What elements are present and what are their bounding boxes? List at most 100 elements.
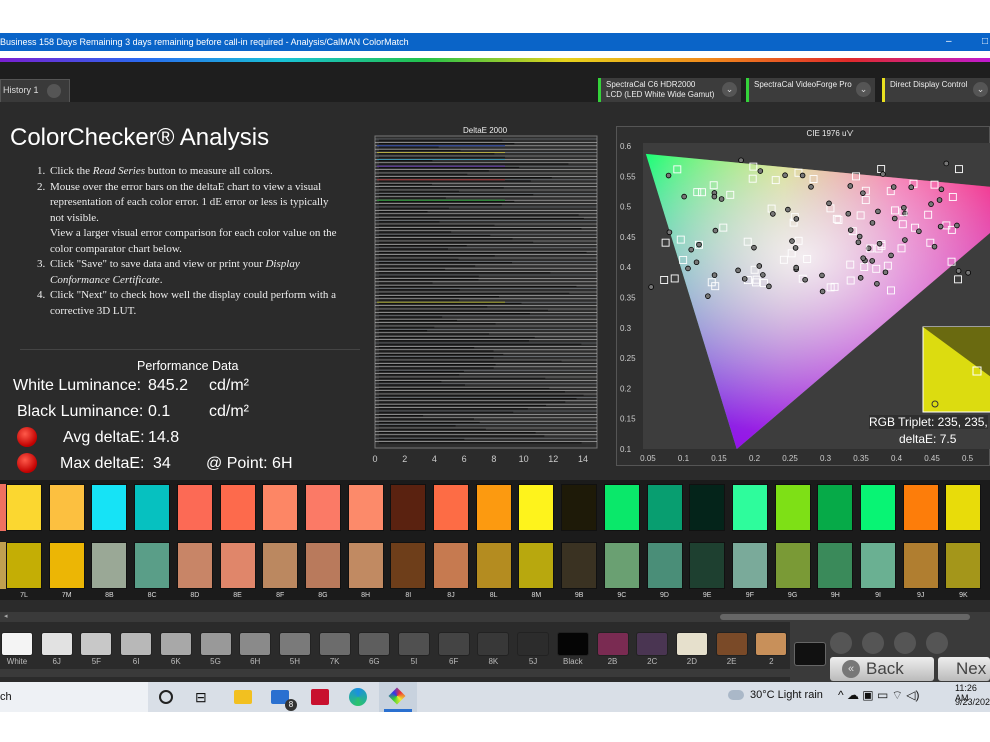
swatch-bottom[interactable] <box>689 542 726 589</box>
store-icon[interactable] <box>311 689 329 705</box>
deltae-bars[interactable]: 0 2 4 6 8 10 12 14 <box>372 126 598 466</box>
swatch-top[interactable] <box>91 484 128 531</box>
swatch-top[interactable] <box>475 484 512 531</box>
chevron-down-icon[interactable]: ⌄ <box>973 82 988 97</box>
swatch-bottom[interactable] <box>860 542 896 589</box>
swatch-bottom[interactable] <box>219 542 256 589</box>
swatch-top[interactable] <box>603 484 640 531</box>
swatch-top[interactable] <box>433 484 469 531</box>
swatch-top[interactable] <box>176 484 213 531</box>
grayscale-swatch[interactable] <box>159 632 192 656</box>
swatch-bottom[interactable] <box>774 542 811 589</box>
swatch-top[interactable] <box>347 484 384 531</box>
deltae-chart[interactable]: DeltaE 2000 0 2 4 6 8 10 12 14 <box>372 126 598 466</box>
swatch-top[interactable] <box>219 484 256 531</box>
grayscale-swatch[interactable] <box>477 632 510 656</box>
swatch-bottom[interactable] <box>134 542 171 589</box>
swatch-bottom[interactable] <box>518 542 555 589</box>
grayscale-swatch[interactable] <box>80 632 113 656</box>
start-circle-icon[interactable] <box>159 690 173 704</box>
minimize-button[interactable]: – <box>946 33 952 51</box>
swatch-bottom[interactable] <box>731 542 768 589</box>
device-meter[interactable]: SpectraCal C6 HDR2000 LCD (LED White Wid… <box>598 78 741 102</box>
grayscale-swatch[interactable] <box>755 632 788 656</box>
grayscale-swatch[interactable] <box>398 632 430 656</box>
swatch-top[interactable] <box>646 484 683 531</box>
stop-button[interactable] <box>794 642 826 666</box>
swatch-bottom[interactable] <box>347 542 384 589</box>
swatch-top[interactable] <box>518 484 555 531</box>
swatch-top[interactable] <box>390 484 427 531</box>
swatch-bottom[interactable] <box>48 542 85 589</box>
swatch-bottom[interactable] <box>262 542 299 589</box>
grayscale-swatch[interactable] <box>40 632 73 656</box>
weather-text[interactable]: 30°C Light rain <box>750 689 823 701</box>
swatch-bottom[interactable] <box>176 542 213 589</box>
grayscale-swatch[interactable] <box>715 632 748 656</box>
grayscale-swatch[interactable] <box>318 632 351 656</box>
swatch-bottom[interactable] <box>646 542 683 589</box>
swatch-bottom[interactable] <box>433 542 469 589</box>
grayscale-swatch[interactable] <box>517 632 550 656</box>
task-view-icon[interactable]: ⊟ <box>195 689 207 705</box>
file-explorer-icon[interactable] <box>234 690 252 704</box>
grayscale-swatch[interactable] <box>358 632 391 656</box>
grayscale-swatch[interactable] <box>556 632 589 656</box>
scrollbar-thumb[interactable] <box>720 614 970 620</box>
maximize-button[interactable]: □ <box>982 33 988 51</box>
clock-date[interactable]: 9/23/202 <box>955 697 990 707</box>
edge-icon[interactable] <box>349 688 367 706</box>
tray-icons[interactable]: ^ ☁ ▣ ▭ ⌔ ◁) <box>838 688 919 703</box>
swatch-top[interactable] <box>6 484 42 531</box>
save-icon[interactable] <box>894 632 916 654</box>
swatch-top[interactable] <box>689 484 726 531</box>
grayscale-swatch[interactable] <box>437 632 470 656</box>
swatch-top[interactable] <box>774 484 811 531</box>
swatch-bottom[interactable] <box>6 542 42 589</box>
grayscale-swatch[interactable] <box>239 632 272 656</box>
swatch-top[interactable] <box>262 484 299 531</box>
grayscale-swatch[interactable] <box>636 632 669 656</box>
swatch-bottom[interactable] <box>475 542 512 589</box>
chevron-down-icon[interactable]: ⌄ <box>856 82 871 97</box>
swatch-bottom[interactable] <box>390 542 427 589</box>
swatch-top[interactable] <box>817 484 854 531</box>
swatch-top[interactable] <box>304 484 341 531</box>
record-icon[interactable] <box>830 632 852 654</box>
swatch-bottom[interactable] <box>945 542 982 589</box>
device-display[interactable]: Direct Display Control ⌄ <box>882 78 990 102</box>
grayscale-swatch[interactable] <box>278 632 311 656</box>
swatch-top[interactable] <box>48 484 85 531</box>
cie-chart[interactable]: CIE 1976 u'v' 0.6 0.55 0.5 0.45 0.4 0.35 0.3 0.… <box>616 126 990 466</box>
scroll-left-icon[interactable]: ◂ <box>4 613 10 620</box>
swatch-scrollbar[interactable]: ◂ <box>0 612 990 622</box>
play-icon[interactable] <box>862 632 884 654</box>
swatch-top[interactable] <box>902 484 939 531</box>
next-button[interactable]: Nex <box>938 657 990 681</box>
grayscale-swatch[interactable] <box>120 632 153 656</box>
calman-taskbar-button[interactable] <box>379 682 417 712</box>
swatch-bottom[interactable] <box>902 542 939 589</box>
back-button[interactable]: « Back <box>830 657 934 681</box>
swatch-bottom[interactable] <box>817 542 854 589</box>
grayscale-swatch[interactable] <box>1 632 33 656</box>
grayscale-swatch[interactable] <box>596 632 629 656</box>
swatch-bottom[interactable] <box>603 542 640 589</box>
swatch-top[interactable] <box>731 484 768 531</box>
swatch-top[interactable] <box>134 484 171 531</box>
swatch-top[interactable] <box>561 484 598 531</box>
grayscale-swatch[interactable] <box>199 632 232 656</box>
device-generator[interactable]: SpectraCal VideoForge Pro ⌄ <box>746 78 875 102</box>
view-icon[interactable] <box>926 632 948 654</box>
swatch-bottom[interactable] <box>91 542 128 589</box>
swatch-top[interactable] <box>945 484 982 531</box>
grayscale-swatch[interactable] <box>675 632 708 656</box>
gray-scrollbar[interactable] <box>0 669 795 677</box>
swatch-top[interactable] <box>860 484 896 531</box>
swatch-bottom[interactable] <box>304 542 341 589</box>
chevron-down-icon[interactable]: ⌄ <box>722 82 737 97</box>
tab-history-1[interactable]: History 1 <box>0 79 70 102</box>
swatch-bottom[interactable] <box>561 542 598 589</box>
taskbar-search[interactable]: ch <box>0 682 148 712</box>
tab-close-icon[interactable] <box>47 84 61 98</box>
